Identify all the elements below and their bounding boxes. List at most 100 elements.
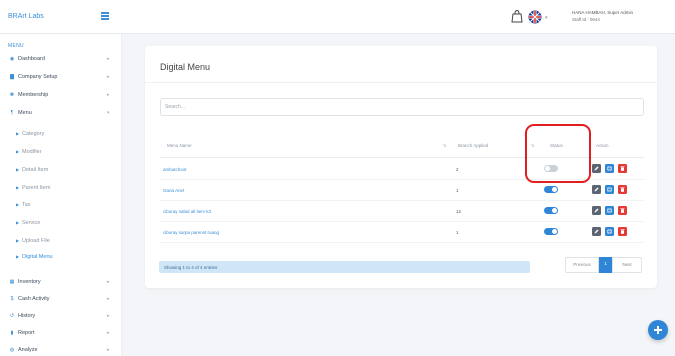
sidebar-item-history[interactable]: ↺ History ▸ [0,313,122,323]
bullet-icon: ▶ [16,185,20,190]
delete-button[interactable] [618,227,627,236]
sidebar-item-label: History [18,313,36,319]
bullet-icon: ▶ [16,167,20,172]
sidebar-item-label: Membership [18,92,49,98]
language-caret-icon[interactable]: ▾ [545,15,548,21]
brand-logo[interactable]: BRArt Labs [8,13,44,20]
view-button[interactable] [605,164,614,173]
sidebar-item-menu[interactable]: ¶ Menu ▾ [0,110,122,120]
delete-button[interactable] [618,206,627,215]
menu-name-link[interactable]: Garia Ariel [163,188,184,193]
pencil-icon [594,208,599,213]
view-button[interactable] [605,185,614,194]
sidebar: MENU ◉ Dashboard ▸ ▇ Company Setup ▸ ✽ M… [0,34,122,356]
pagination-previous-button[interactable]: Previous [565,257,599,273]
sidebar-subitem-detail-item[interactable]: ▶ Detail Item [0,167,122,177]
view-icon [607,229,612,234]
sort-icon[interactable]: ⇅ [443,143,446,148]
menu-icon: ¶ [10,110,14,116]
shopping-bag-icon[interactable] [510,9,524,23]
status-highlight-box [525,124,591,183]
pencil-icon [594,187,599,192]
divider [145,82,657,83]
staff-id: Staff Id : 0644 [572,17,600,22]
sidebar-item-dashboard[interactable]: ◉ Dashboard ▸ [0,56,122,66]
branch-count: 1 [456,188,459,193]
menu-name-link[interactable]: ambutchoot [163,167,187,172]
sidebar-item-report[interactable]: ▮ Report ▸ [0,330,122,340]
pencil-icon [594,166,599,171]
bullet-icon: ▶ [16,220,20,225]
menu-name-link[interactable]: ciburay sarpa parenst ruang [163,230,219,235]
sidebar-item-membership[interactable]: ✽ Membership ▸ [0,92,122,102]
column-header-action: Action [596,143,609,148]
view-button[interactable] [605,227,614,236]
table-row: Garia Ariel 1 [160,180,644,201]
trash-icon [620,229,625,234]
sidebar-subitem-service[interactable]: ▶ Service [0,220,122,230]
bullet-icon: ▶ [16,202,20,207]
sidebar-item-label: Cash Activity [18,296,50,302]
chevron-right-icon: ▸ [107,296,110,302]
view-icon [607,166,612,171]
plus-icon [654,326,662,334]
chevron-right-icon: ▸ [107,92,110,98]
uk-flag-icon[interactable] [528,10,542,24]
sidebar-subitem-tax[interactable]: ▶ Tax [0,202,122,212]
entries-info: Showing 1 to 4 of 4 entries [159,261,530,273]
status-toggle[interactable] [544,186,558,193]
search-input[interactable] [160,98,644,116]
sidebar-item-label: Dashboard [18,56,45,62]
bullet-icon: ▶ [16,238,20,243]
delete-button[interactable] [618,185,627,194]
edit-button[interactable] [592,185,601,194]
add-fab-button[interactable] [648,320,668,340]
top-bar: BRArt Labs ▾ HANA HAMBAH, Super Admin St… [0,0,675,34]
sidebar-item-cash-activity[interactable]: $ Cash Activity ▸ [0,296,122,306]
sidebar-subitem-category[interactable]: ▶ Category [0,131,122,141]
user-name[interactable]: HANA HAMBAH, Super Admin [572,10,633,15]
building-icon: ▇ [10,74,14,80]
bullet-icon: ▶ [16,131,20,136]
edit-button[interactable] [592,164,601,173]
trash-icon [620,208,625,213]
pagination-page-button[interactable]: 1 [599,257,612,273]
delete-button[interactable] [618,164,627,173]
sidebar-subitem-upload-file[interactable]: ▶ Upload File [0,238,122,248]
page-title: Digital Menu [160,62,211,72]
bullet-icon: ▶ [16,149,20,154]
dollar-icon: $ [10,296,14,302]
sidebar-subitem-modifier[interactable]: ▶ Modifier [0,149,122,159]
menu-name-link[interactable]: ciburay salad all item k3 [163,209,211,214]
chevron-right-icon: ▸ [107,347,110,353]
edit-button[interactable] [592,227,601,236]
sidebar-item-label: Analyze [18,347,38,353]
branch-count: 2 [456,167,459,172]
trash-icon [620,187,625,192]
column-header-menu-name[interactable]: Menu Name [167,143,192,148]
table-row: ciburay salad all item k3 12 [160,201,644,222]
view-button[interactable] [605,206,614,215]
sidebar-item-label: Company Setup [18,74,58,80]
pagination-next-button[interactable]: Next [612,257,642,273]
edit-button[interactable] [592,206,601,215]
sidebar-subitem-parent-item[interactable]: ▶ Parent Item [0,185,122,195]
table-row: ciburay sarpa parenst ruang 1 [160,222,644,243]
sidebar-item-inventory[interactable]: ▦ Inventory ▸ [0,279,122,289]
sidebar-item-analyze[interactable]: ◍ Analyze ▸ [0,347,122,356]
inventory-icon: ▦ [9,279,15,285]
history-icon: ↺ [9,313,15,319]
chevron-right-icon: ▸ [107,56,110,62]
hamburger-menu-icon[interactable] [101,12,109,20]
branch-count: 12 [456,209,462,214]
column-header-branch-applied[interactable]: Branch Applied [458,143,488,148]
sidebar-item-label: Menu [18,110,32,116]
trash-icon [620,166,625,171]
sidebar-item-company-setup[interactable]: ▇ Company Setup ▸ [0,74,122,84]
status-toggle[interactable] [544,228,558,235]
status-toggle[interactable] [544,207,558,214]
branch-count: 1 [456,230,459,235]
chevron-down-icon: ▾ [107,110,110,116]
sidebar-subitem-digital-menu[interactable]: ▶ Digital Menu [0,254,122,264]
dashboard-icon: ◉ [9,56,15,62]
